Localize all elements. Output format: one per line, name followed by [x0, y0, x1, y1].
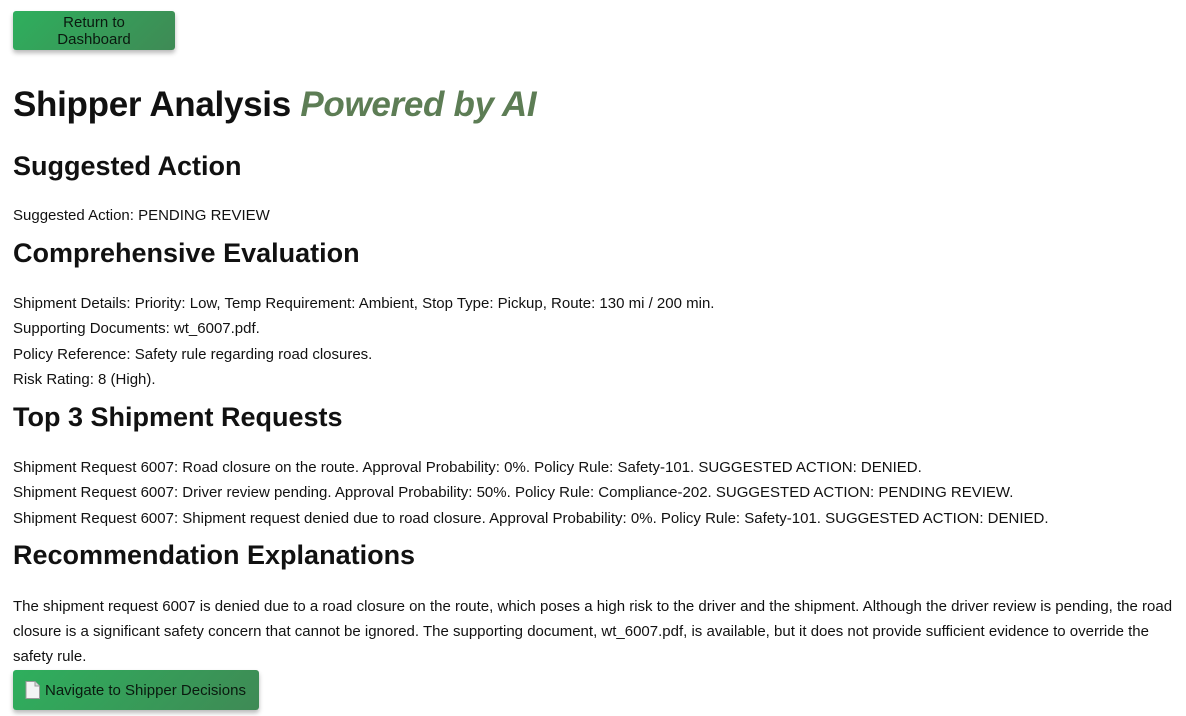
page-content: Return to Dashboard Shipper Analysis Pow… — [13, 11, 1175, 710]
page-title: Shipper Analysis Powered by AI — [13, 85, 537, 125]
evaluation-heading: Comprehensive Evaluation — [13, 238, 360, 268]
request-item: Shipment Request 6007: Driver review pen… — [13, 484, 1014, 501]
suggested-action-heading: Suggested Action — [13, 151, 242, 181]
evaluation-line: Policy Reference: Safety rule regarding … — [13, 346, 373, 363]
navigate-to-shipper-decisions-button[interactable]: Navigate to Shipper Decisions — [13, 670, 259, 710]
explanation-text: The shipment request 6007 is denied due … — [13, 598, 1173, 665]
return-to-dashboard-button[interactable]: Return to Dashboard — [13, 11, 175, 50]
document-icon — [25, 681, 40, 699]
navigate-button-label: Navigate to Shipper Decisions — [45, 681, 246, 699]
page-title-main: Shipper Analysis — [13, 85, 291, 124]
request-item: Shipment Request 6007: Road closure on t… — [13, 459, 922, 476]
evaluation-line: Risk Rating: 8 (High). — [13, 371, 156, 388]
suggested-action-text: Suggested Action: PENDING REVIEW — [13, 207, 270, 224]
evaluation-line: Shipment Details: Priority: Low, Temp Re… — [13, 295, 715, 312]
top-requests-heading: Top 3 Shipment Requests — [13, 402, 343, 432]
powered-by-ai-tag: Powered by AI — [300, 85, 537, 124]
explanations-heading: Recommendation Explanations — [13, 540, 416, 570]
request-item: Shipment Request 6007: Shipment request … — [13, 510, 1049, 527]
evaluation-line: Supporting Documents: wt_6007.pdf. — [13, 320, 260, 337]
